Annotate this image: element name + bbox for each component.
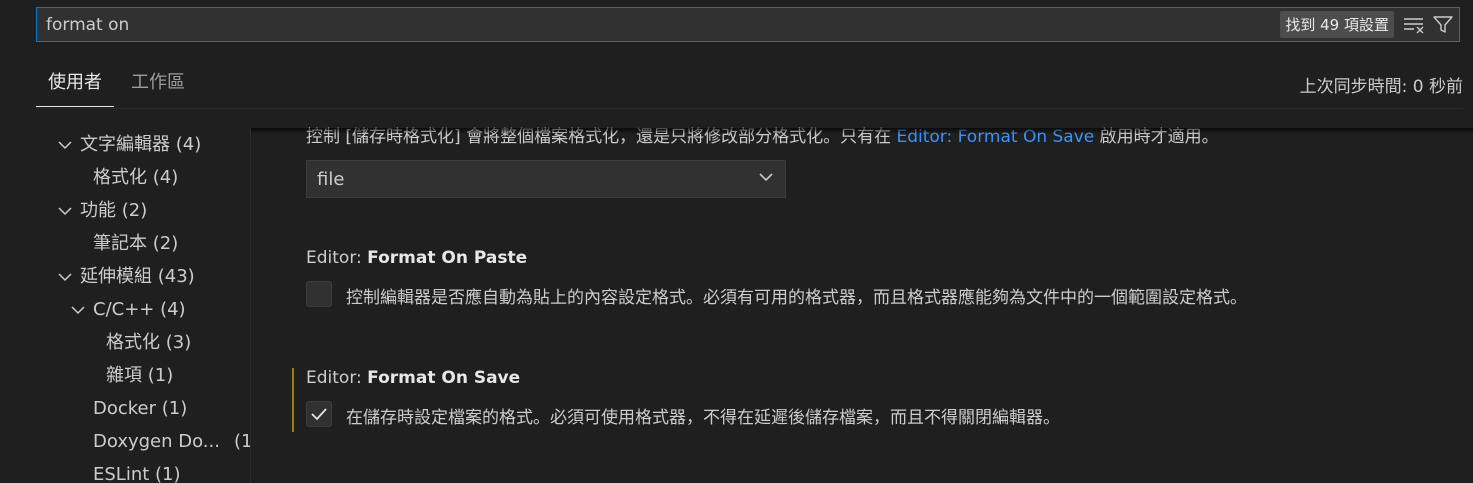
chevron-down-icon bbox=[54, 134, 76, 156]
toc-item-text-editor[interactable]: 文字編輯器 (4) bbox=[54, 130, 201, 160]
toc-item-docker[interactable]: Docker (1) bbox=[93, 394, 187, 424]
search-result-count: 找到 49 項設置 bbox=[1280, 11, 1394, 38]
toc-item-label: Doxygen Do... bbox=[93, 431, 220, 452]
toc-item-formatting[interactable]: 格式化 (4) bbox=[93, 163, 178, 193]
toc-item-label: 雜項 (1) bbox=[106, 365, 174, 386]
setting-category: Editor: bbox=[306, 248, 368, 268]
toc-item-cpp[interactable]: C/C++ (4) bbox=[67, 295, 186, 325]
select-value: file bbox=[317, 168, 345, 190]
toc-item-notebook[interactable]: 筆記本 (2) bbox=[93, 229, 178, 259]
tab-workspace[interactable]: 工作區 bbox=[119, 70, 197, 106]
toc-item-label: 格式化 (4) bbox=[93, 167, 179, 188]
settings-toc: 文字編輯器 (4) 格式化 (4) 功能 (2) 筆記本 (2) 延伸模組 (4… bbox=[0, 128, 251, 483]
setting-name: Format On Paste bbox=[367, 248, 528, 268]
setting-description: 控制編輯器是否應自動為貼上的內容設定格式。必須有可用的格式器，而且格式器應能夠為… bbox=[346, 288, 1247, 308]
setting-description: 在儲存時設定檔案的格式。必須可使用格式器，不得在延遲後儲存檔案，而且不得關閉編輯… bbox=[346, 408, 1060, 428]
sync-status: 上次同步時間: 0 秒前 bbox=[1299, 77, 1463, 97]
toc-item-label: Docker (1) bbox=[93, 398, 188, 419]
setting-title-format-on-paste: Editor: Format On Paste bbox=[306, 248, 527, 268]
chevron-down-icon bbox=[67, 299, 89, 321]
toc-item-doxygen[interactable]: Doxygen Do... (1) bbox=[93, 427, 250, 457]
modified-indicator bbox=[292, 368, 294, 432]
toc-item-label: C/C++ (4) bbox=[93, 299, 186, 320]
settings-list: 控制 [儲存時格式化] 會將整個檔案格式化，還是只將修改部分格式化。只有在 Ed… bbox=[251, 108, 1473, 483]
format-on-save-checkbox[interactable] bbox=[306, 401, 332, 427]
setting-name: Format On Save bbox=[367, 368, 521, 388]
setting-title-format-on-save: Editor: Format On Save bbox=[306, 368, 520, 388]
chevron-down-icon bbox=[54, 200, 76, 222]
clear-filter-icon[interactable] bbox=[1401, 12, 1427, 38]
search-input[interactable] bbox=[37, 7, 1281, 42]
chevron-down-icon bbox=[757, 168, 775, 191]
format-on-save-mode-select[interactable]: file bbox=[306, 160, 786, 198]
scroll-shadow bbox=[251, 128, 1473, 134]
toc-item-features[interactable]: 功能 (2) bbox=[54, 196, 147, 226]
toc-item-eslint[interactable]: ESLint (1) bbox=[93, 460, 181, 483]
check-icon bbox=[311, 408, 327, 421]
toc-item-label: 延伸模組 (43) bbox=[80, 266, 195, 287]
toc-item-label: ESLint (1) bbox=[93, 464, 181, 483]
toc-item-label: 功能 (2) bbox=[80, 200, 148, 221]
setting-description: 控制 [儲存時格式化] 會將整個檔案格式化，還是只將修改部分格式化。只有在 Ed… bbox=[306, 122, 1219, 147]
toc-item-count: (1) bbox=[233, 431, 250, 452]
settings-search-box[interactable]: 找到 49 項設置 bbox=[36, 7, 1460, 42]
toc-item-cpp-formatting[interactable]: 格式化 (3) bbox=[106, 328, 191, 358]
toc-item-label: 筆記本 (2) bbox=[93, 233, 179, 254]
tab-user[interactable]: 使用者 bbox=[36, 70, 114, 107]
setting-category: Editor: bbox=[306, 368, 368, 388]
toc-item-cpp-misc[interactable]: 雜項 (1) bbox=[106, 361, 173, 391]
format-on-paste-checkbox[interactable] bbox=[306, 281, 332, 307]
settings-scope-tabs: 使用者 工作區 上次同步時間: 0 秒前 bbox=[36, 60, 1463, 109]
toc-item-label: 格式化 (3) bbox=[106, 332, 192, 353]
toc-item-label: 文字編輯器 (4) bbox=[80, 134, 202, 155]
filter-icon[interactable] bbox=[1430, 12, 1456, 38]
chevron-down-icon bbox=[54, 266, 76, 288]
toc-item-extensions[interactable]: 延伸模組 (43) bbox=[54, 262, 195, 292]
